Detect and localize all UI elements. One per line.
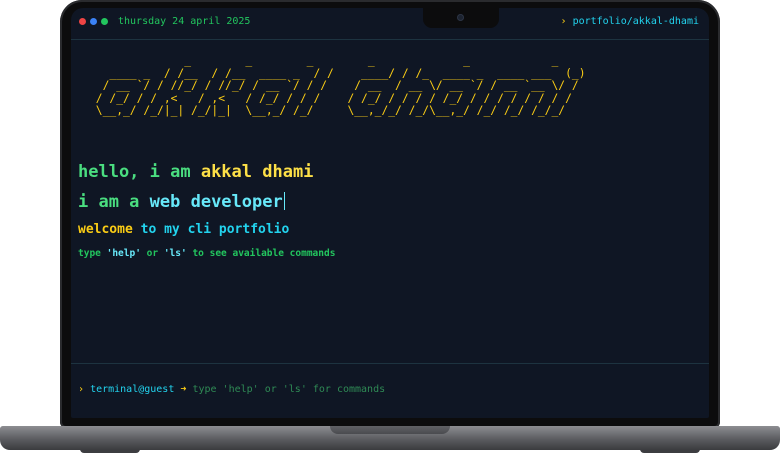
command-prompt: › terminal@guest ➜ — [78, 384, 453, 395]
welcome-rest: to my cli portfolio — [132, 222, 290, 237]
maximize-window-dot[interactable] — [101, 18, 108, 25]
prompt-user: terminal@guest — [90, 384, 175, 395]
hello-name: akkal dhami — [200, 162, 314, 182]
camera-icon — [457, 14, 464, 21]
laptop-foot-left — [80, 449, 140, 453]
laptop-thumb-notch — [330, 426, 450, 434]
hello-line: hello, i am akkal dhami — [78, 162, 313, 182]
current-date: thursday 24 april 2025 — [118, 16, 251, 27]
welcome-word: welcome — [78, 222, 133, 237]
minimize-window-dot[interactable] — [90, 18, 97, 25]
camera-notch — [423, 8, 499, 28]
prompt-arrow-icon: ➜ — [180, 384, 187, 395]
help-command: 'help' — [106, 248, 141, 259]
command-prompt-bar: › terminal@guest ➜ — [71, 363, 709, 418]
ascii-name-banner: _ _ _ _ _ _ ____ _ / /__ / /__ ____ _ / … — [95, 54, 586, 117]
terminal-window: thursday 24 april 2025 › portfolio/akkal… — [71, 8, 709, 418]
path-caret-icon: › — [560, 16, 567, 27]
role-line: i am a web developer — [78, 192, 285, 212]
command-input[interactable] — [192, 384, 453, 395]
prompt-caret-icon: › — [78, 384, 85, 395]
role-prefix: i am a — [78, 192, 150, 212]
role-title: web developer — [149, 192, 283, 212]
terminal-titlebar: thursday 24 april 2025 › portfolio/akkal… — [71, 8, 709, 40]
help-rest: to see available commands — [186, 248, 336, 259]
laptop-foot-right — [640, 449, 700, 453]
help-or: or — [140, 248, 164, 259]
hello-prefix: hello, i am — [78, 162, 201, 182]
typing-cursor — [283, 192, 285, 210]
current-path: › portfolio/akkal-dhami — [561, 16, 700, 27]
ls-command: 'ls' — [163, 248, 187, 259]
help-type: type — [78, 248, 107, 259]
close-window-dot[interactable] — [79, 18, 86, 25]
path-text: portfolio/akkal-dhami — [572, 16, 699, 27]
help-hint: type 'help' or 'ls' to see available com… — [78, 248, 335, 259]
welcome-line: welcome to my cli portfolio — [78, 222, 289, 237]
